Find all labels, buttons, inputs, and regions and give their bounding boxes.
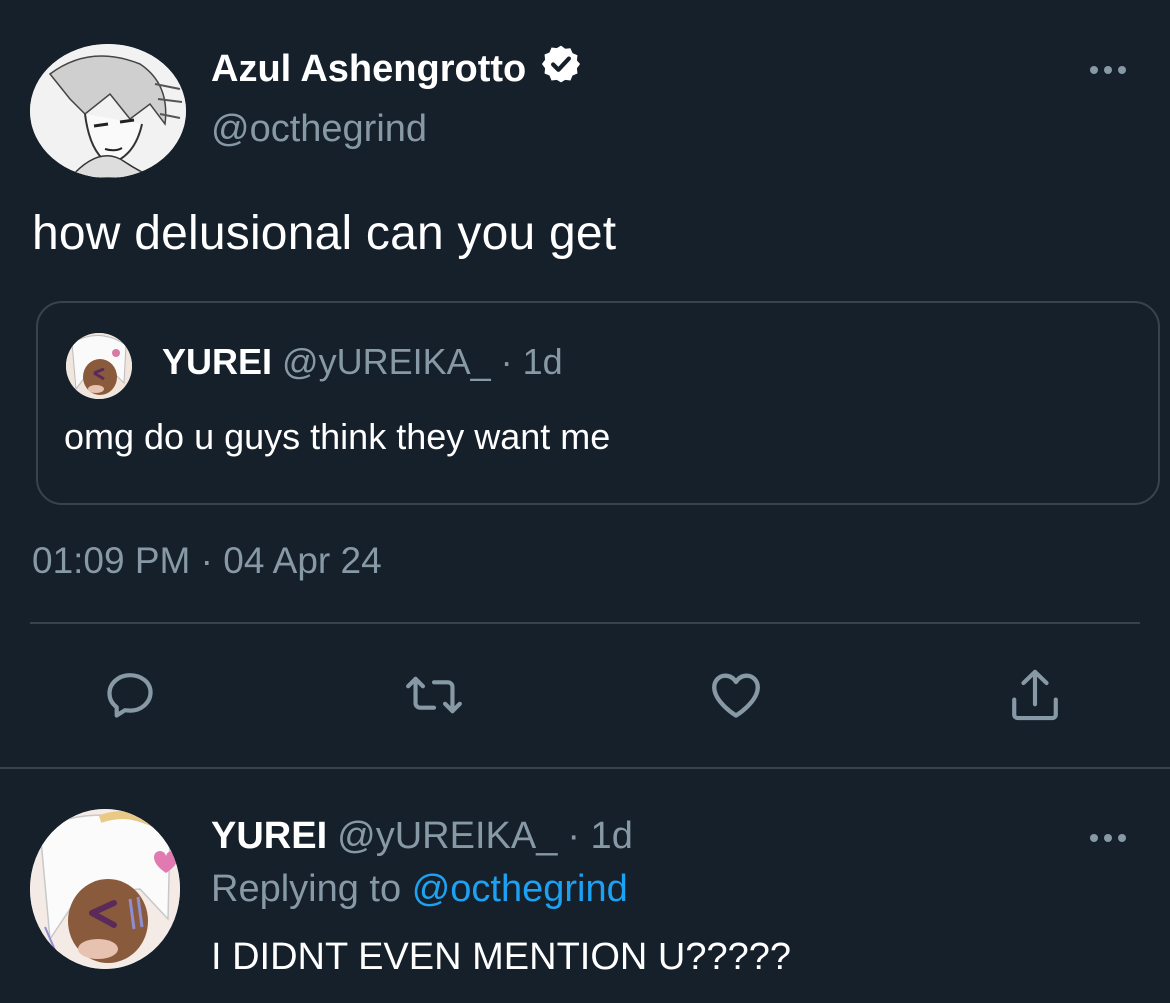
retweet-icon (404, 667, 464, 728)
like-button[interactable] (701, 662, 771, 732)
divider (0, 767, 1170, 769)
reply-icon (102, 667, 158, 728)
replying-to-label: Replying to (211, 868, 402, 910)
reply-tweet-header: YUREI @yUREIKA_ · 1d (211, 815, 633, 858)
reply-tweet-age: · 1d (567, 815, 633, 857)
reply-author-handle[interactable]: @yUREIKA_ (337, 815, 557, 858)
quoted-author-handle[interactable]: @yUREIKA_ (282, 341, 491, 383)
heart-icon (707, 666, 765, 729)
reply-button[interactable] (95, 662, 165, 732)
author-name[interactable]: Azul Ashengrotto (211, 43, 582, 95)
quoted-tweet-header: YUREI @yUREIKA_ · 1d (162, 341, 563, 383)
replying-to-mention[interactable]: @octhegrind (412, 868, 628, 910)
share-icon (1007, 665, 1063, 730)
tweet-timestamp[interactable]: 01:09 PM · 04 Apr 24 (32, 540, 382, 582)
quoted-tweet-age: · 1d (500, 341, 563, 382)
reply-author-name[interactable]: YUREI (211, 815, 327, 858)
author-handle[interactable]: @octhegrind (211, 108, 427, 151)
tweet-text: how delusional can you get (32, 207, 617, 260)
quoted-tweet-card[interactable]: YUREI @yUREIKA_ · 1d omg do u guys think… (36, 301, 1160, 505)
quoted-author-name[interactable]: YUREI (162, 341, 272, 383)
quoted-author-avatar[interactable] (66, 333, 132, 399)
replying-to-line: Replying to @octhegrind (211, 868, 628, 911)
author-avatar[interactable] (30, 44, 186, 178)
quoted-tweet-text: omg do u guys think they want me (64, 416, 611, 457)
verified-badge-icon (540, 43, 582, 95)
reply-tweet-text: I DIDNT EVEN MENTION U????? (211, 936, 792, 978)
share-button[interactable] (1000, 662, 1070, 732)
divider (30, 622, 1140, 624)
more-dots-icon[interactable] (1088, 828, 1128, 853)
author-display-name: Azul Ashengrotto (211, 47, 527, 90)
retweet-button[interactable] (399, 662, 469, 732)
reply-author-avatar[interactable] (30, 809, 180, 969)
more-dots-icon[interactable] (1088, 60, 1128, 85)
